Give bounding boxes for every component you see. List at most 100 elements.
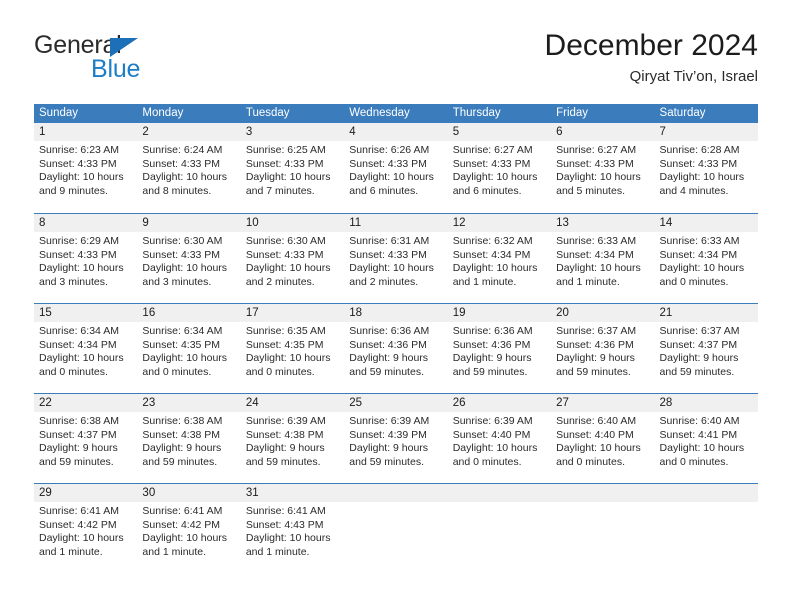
day-cell-4[interactable]: Sunrise: 6:26 AM Sunset: 4:33 PM Daylight:…	[344, 141, 447, 212]
weekday-header-wednesday: Wednesday	[349, 107, 410, 119]
day-number-band: 22 23 24 25 26 27 28	[34, 394, 758, 412]
day-cell-28[interactable]: Sunrise: 6:40 AM Sunset: 4:41 PM Daylight:…	[655, 412, 758, 483]
general-blue-logo[interactable]: General Blue	[34, 33, 224, 85]
day-cell-25[interactable]: Sunrise: 6:39 AM Sunset: 4:39 PM Daylight:…	[344, 412, 447, 483]
day-cell-1[interactable]: Sunrise: 6:23 AM Sunset: 4:33 PM Daylight:…	[34, 141, 137, 212]
day-daylight-text: Daylight: 10 hours	[39, 532, 124, 545]
day-number-6[interactable]: 6	[551, 123, 654, 141]
day-number-3[interactable]: 3	[241, 123, 344, 141]
day-sunrise-text: Sunrise: 6:36 AM	[349, 325, 430, 337]
day-sunrise-text: Sunrise: 6:39 AM	[245, 415, 326, 427]
day-number-empty	[551, 484, 654, 502]
day-number-7[interactable]: 7	[655, 123, 758, 141]
day-cell-31[interactable]: Sunrise: 6:41 AM Sunset: 4:43 PM Daylight:…	[241, 502, 344, 573]
day-cell-7[interactable]: Sunrise: 6:28 AM Sunset: 4:33 PM Daylight:…	[655, 141, 758, 212]
day-number-11[interactable]: 11	[344, 214, 447, 232]
day-cell-18[interactable]: Sunrise: 6:36 AM Sunset: 4:36 PM Daylight:…	[344, 322, 447, 393]
day-sunrise-text: Sunrise: 6:23 AM	[39, 144, 119, 156]
day-sunset-text: Sunset: 4:33 PM	[659, 157, 738, 170]
day-sunset-text: Sunset: 4:37 PM	[39, 428, 117, 441]
day-cell-19[interactable]: Sunrise: 6:36 AM Sunset: 4:36 PM Daylight:…	[448, 322, 551, 393]
day-cell-13[interactable]: Sunrise: 6:33 AM Sunset: 4:34 PM Daylight:…	[551, 232, 654, 303]
day-cell-21[interactable]: Sunrise: 6:37 AM Sunset: 4:37 PM Daylight:…	[655, 322, 758, 393]
day-number-5[interactable]: 5	[448, 123, 551, 141]
day-sunrise-text: Sunrise: 6:26 AM	[349, 144, 430, 156]
day-number-4[interactable]: 4	[344, 123, 447, 141]
day-daylight-text: and 59 minutes.	[39, 455, 114, 468]
day-number-25[interactable]: 25	[344, 394, 447, 412]
day-sunset-text: Sunset: 4:33 PM	[142, 157, 221, 170]
day-number-17[interactable]: 17	[241, 304, 344, 322]
day-number-8[interactable]: 8	[34, 214, 137, 232]
day-daylight-text: and 59 minutes.	[349, 455, 424, 468]
day-daylight-text: and 59 minutes.	[452, 365, 528, 378]
day-number-16[interactable]: 16	[137, 304, 240, 322]
day-cell-24[interactable]: Sunrise: 6:39 AM Sunset: 4:38 PM Daylight:…	[241, 412, 344, 483]
day-sunset-text: Sunset: 4:35 PM	[142, 338, 221, 351]
day-number-2[interactable]: 2	[137, 123, 240, 141]
day-number-14[interactable]: 14	[655, 214, 758, 232]
day-sunset-text: Sunset: 4:39 PM	[349, 428, 427, 441]
day-number-26[interactable]: 26	[448, 394, 551, 412]
day-details-band: Sunrise: 6:38 AM Sunset: 4:37 PM Daylight:…	[34, 412, 758, 483]
weekday-header-tuesday: Tuesday	[245, 107, 290, 119]
day-number-29[interactable]: 29	[34, 484, 137, 502]
day-cell-3[interactable]: Sunrise: 6:25 AM Sunset: 4:33 PM Daylight:…	[241, 141, 344, 212]
day-cell-29[interactable]: Sunrise: 6:41 AM Sunset: 4:42 PM Daylight:…	[34, 502, 137, 573]
day-number-27[interactable]: 27	[551, 394, 654, 412]
calendar-grid: Sunday Monday Tuesday Wednesday Thursday Frid…	[34, 104, 758, 573]
day-cell-12[interactable]: Sunrise: 6:32 AM Sunset: 4:34 PM Daylight:…	[448, 232, 551, 303]
day-cell-8[interactable]: Sunrise: 6:29 AM Sunset: 4:33 PM Daylight:…	[34, 232, 137, 303]
day-cell-5[interactable]: Sunrise: 6:27 AM Sunset: 4:33 PM Daylight:…	[448, 141, 551, 212]
day-sunrise-text: Sunrise: 6:33 AM	[659, 235, 740, 247]
day-number-20[interactable]: 20	[551, 304, 654, 322]
day-daylight-text: Daylight: 9 hours	[349, 442, 429, 455]
day-cell-20[interactable]: Sunrise: 6:37 AM Sunset: 4:36 PM Daylight:…	[551, 322, 654, 393]
day-sunset-text: Sunset: 4:33 PM	[556, 157, 634, 170]
day-number-12[interactable]: 12	[448, 214, 551, 232]
day-cell-26[interactable]: Sunrise: 6:39 AM Sunset: 4:40 PM Daylight:…	[448, 412, 551, 483]
day-daylight-text: Daylight: 9 hours	[556, 352, 635, 365]
page-header: General Blue December 2024 Qiryat Tiv’on…	[0, 0, 792, 98]
day-number-1[interactable]: 1	[34, 123, 137, 141]
day-daylight-text: and 6 minutes.	[452, 184, 522, 197]
day-cell-27[interactable]: Sunrise: 6:40 AM Sunset: 4:40 PM Daylight:…	[551, 412, 654, 483]
day-number-band: 8 9 10 11 12 13 14	[34, 214, 758, 232]
day-number-31[interactable]: 31	[241, 484, 344, 502]
day-number-24[interactable]: 24	[241, 394, 344, 412]
day-number-15[interactable]: 15	[34, 304, 137, 322]
day-number-23[interactable]: 23	[137, 394, 240, 412]
day-daylight-text: and 59 minutes.	[659, 365, 735, 378]
day-cell-6[interactable]: Sunrise: 6:27 AM Sunset: 4:33 PM Daylight:…	[551, 141, 654, 212]
day-number-30[interactable]: 30	[137, 484, 240, 502]
day-number-9[interactable]: 9	[137, 214, 240, 232]
day-daylight-text: Daylight: 9 hours	[452, 352, 532, 365]
day-number-13[interactable]: 13	[551, 214, 654, 232]
day-cell-2[interactable]: Sunrise: 6:24 AM Sunset: 4:33 PM Daylight:…	[137, 141, 240, 212]
day-sunset-text: Sunset: 4:38 PM	[245, 428, 324, 441]
day-number-21[interactable]: 21	[655, 304, 758, 322]
day-daylight-text: and 2 minutes.	[349, 275, 419, 288]
day-number-22[interactable]: 22	[34, 394, 137, 412]
day-number-19[interactable]: 19	[448, 304, 551, 322]
day-sunrise-text: Sunrise: 6:38 AM	[142, 415, 223, 427]
day-cell-23[interactable]: Sunrise: 6:38 AM Sunset: 4:38 PM Daylight:…	[137, 412, 240, 483]
day-cell-15[interactable]: Sunrise: 6:34 AM Sunset: 4:34 PM Daylight:…	[34, 322, 137, 393]
day-number-18[interactable]: 18	[344, 304, 447, 322]
day-cell-14[interactable]: Sunrise: 6:33 AM Sunset: 4:34 PM Daylight:…	[655, 232, 758, 303]
day-cell-22[interactable]: Sunrise: 6:38 AM Sunset: 4:37 PM Daylight:…	[34, 412, 137, 483]
day-cell-11[interactable]: Sunrise: 6:31 AM Sunset: 4:33 PM Daylight:…	[344, 232, 447, 303]
day-number-10[interactable]: 10	[241, 214, 344, 232]
day-number-28[interactable]: 28	[655, 394, 758, 412]
day-sunset-text: Sunset: 4:36 PM	[452, 338, 531, 351]
day-cell-10[interactable]: Sunrise: 6:30 AM Sunset: 4:33 PM Daylight:…	[241, 232, 344, 303]
day-daylight-text: and 0 minutes.	[659, 275, 729, 288]
day-cell-9[interactable]: Sunrise: 6:30 AM Sunset: 4:33 PM Daylight:…	[137, 232, 240, 303]
day-sunrise-text: Sunrise: 6:27 AM	[556, 144, 637, 156]
day-cell-16[interactable]: Sunrise: 6:34 AM Sunset: 4:35 PM Daylight:…	[137, 322, 240, 393]
day-daylight-text: Daylight: 10 hours	[659, 442, 745, 455]
day-sunset-text: Sunset: 4:33 PM	[349, 248, 427, 261]
day-sunrise-text: Sunrise: 6:30 AM	[245, 235, 326, 247]
day-cell-17[interactable]: Sunrise: 6:35 AM Sunset: 4:35 PM Daylight:…	[241, 322, 344, 393]
day-cell-30[interactable]: Sunrise: 6:41 AM Sunset: 4:42 PM Daylight:…	[137, 502, 240, 573]
